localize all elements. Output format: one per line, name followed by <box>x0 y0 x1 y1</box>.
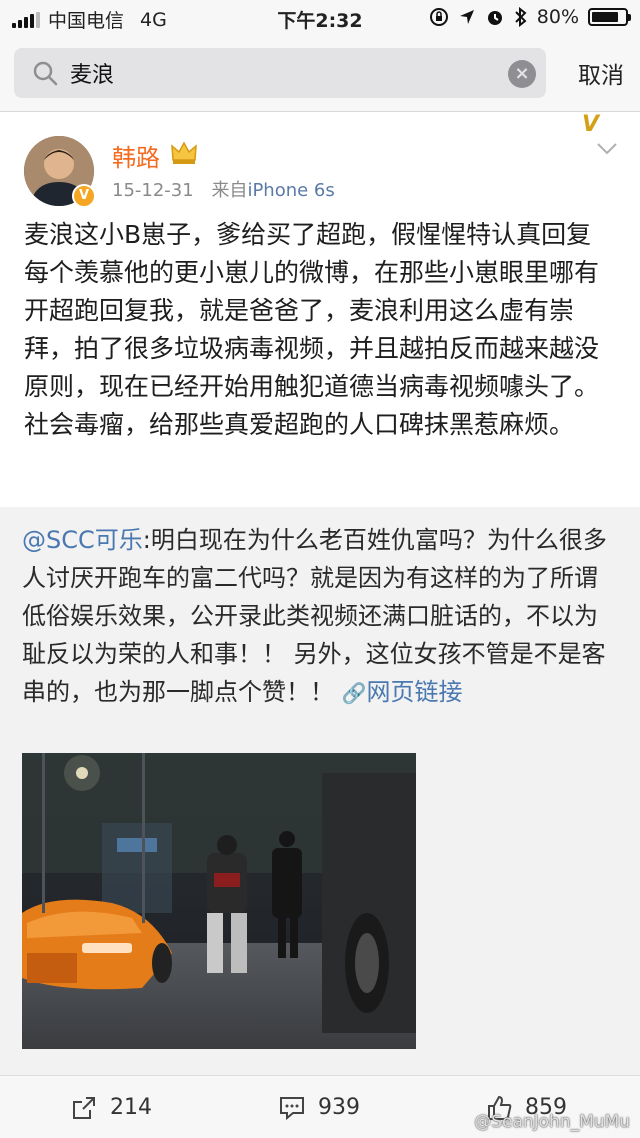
status-right: 80% <box>429 6 631 28</box>
post-source[interactable]: iPhone 6s <box>247 180 334 201</box>
post-photo[interactable] <box>22 753 416 1049</box>
comment-count: 939 <box>318 1095 360 1120</box>
battery-icon <box>588 8 631 26</box>
share-icon <box>73 1096 95 1119</box>
comment-button[interactable]: 939 <box>278 1076 360 1138</box>
repost-count: 214 <box>110 1095 152 1120</box>
web-link[interactable]: 🔗网页链接 <box>342 678 463 706</box>
watermark-logo: V <box>581 112 600 137</box>
chevron-down-icon[interactable] <box>596 142 618 156</box>
repost-button[interactable]: 214 <box>70 1076 152 1138</box>
search-box[interactable]: × <box>14 48 546 98</box>
mention-link[interactable]: @SCC可乐 <box>22 526 143 554</box>
action-bar: 214 939 859 @SeanJohn_MuMu <box>0 1075 640 1138</box>
link-icon: 🔗 <box>341 681 367 705</box>
repost-text-block: @SCC可乐:明白现在为什么老百姓仇富吗？为什么很多人讨厌开跑车的富二代吗？就是… <box>22 521 616 712</box>
clear-icon[interactable]: × <box>508 60 536 88</box>
status-bar: 中国电信 4G 下午2:32 80% <box>0 0 640 34</box>
battery-percent: 80% <box>536 6 579 28</box>
night-street-photo <box>22 753 416 1049</box>
source-prefix: 来自 <box>211 180 248 201</box>
comment-icon <box>280 1096 304 1120</box>
post-date: 15-12-31 <box>112 180 194 201</box>
search-bar: × 取消 <box>0 34 640 112</box>
lock-rotation-icon <box>429 8 448 26</box>
repost-block[interactable]: @SCC可乐:明白现在为什么老百姓仇富吗？为什么很多人讨厌开跑车的富二代吗？就是… <box>0 507 640 1075</box>
bluetooth-icon <box>515 7 527 27</box>
alarm-icon <box>487 11 502 25</box>
watermark-credit: @SeanJohn_MuMu <box>474 1112 630 1132</box>
post-card: V 韩路 15-12-31 来自iPhone 6s V 麦浪这小B崽子，爹给买了… <box>0 112 640 507</box>
web-link-label: 网页链接 <box>366 678 463 706</box>
author-name[interactable]: 韩路 <box>112 138 160 173</box>
verified-badge-icon: V <box>72 184 96 208</box>
cancel-button[interactable]: 取消 <box>578 56 624 90</box>
crown-icon <box>171 141 197 164</box>
search-icon <box>33 61 58 86</box>
post-text: 麦浪这小B崽子，爹给买了超跑，假惺惺特认真回复每个羡慕他的更小崽儿的微博，在那些… <box>24 220 600 439</box>
location-icon <box>459 10 474 24</box>
post-meta: 15-12-31 来自iPhone 6s <box>112 176 335 202</box>
search-input[interactable] <box>70 56 490 90</box>
